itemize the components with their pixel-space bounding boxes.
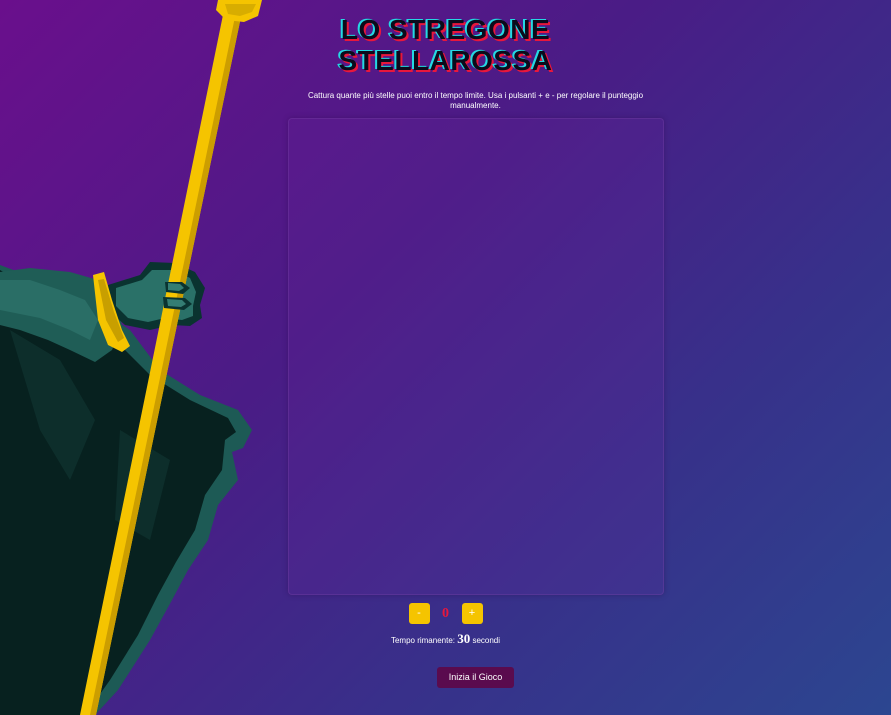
game-title: LO STREGONE STELLAROSSA — [0, 14, 891, 76]
game-instructions: Cattura quante più stelle puoi entro il … — [307, 91, 644, 110]
timer-seconds: 30 — [457, 631, 471, 646]
timer-prefix: Tempo rimanente: — [390, 636, 455, 645]
score-value: 0 — [442, 605, 449, 621]
timer-display: Tempo rimanente: 30 secondi — [0, 631, 891, 647]
game-play-area[interactable] — [288, 118, 664, 595]
timer-suffix: secondi — [472, 636, 501, 645]
decrease-score-button[interactable]: - — [408, 603, 430, 624]
score-controls: - 0 + — [0, 603, 891, 624]
increase-score-button[interactable]: + — [461, 603, 483, 624]
start-game-button[interactable]: Inizia il Gioco — [437, 667, 514, 688]
game-title-line-1: LO STREGONE — [340, 14, 551, 45]
game-title-line-2: STELLAROSSA — [338, 45, 553, 76]
